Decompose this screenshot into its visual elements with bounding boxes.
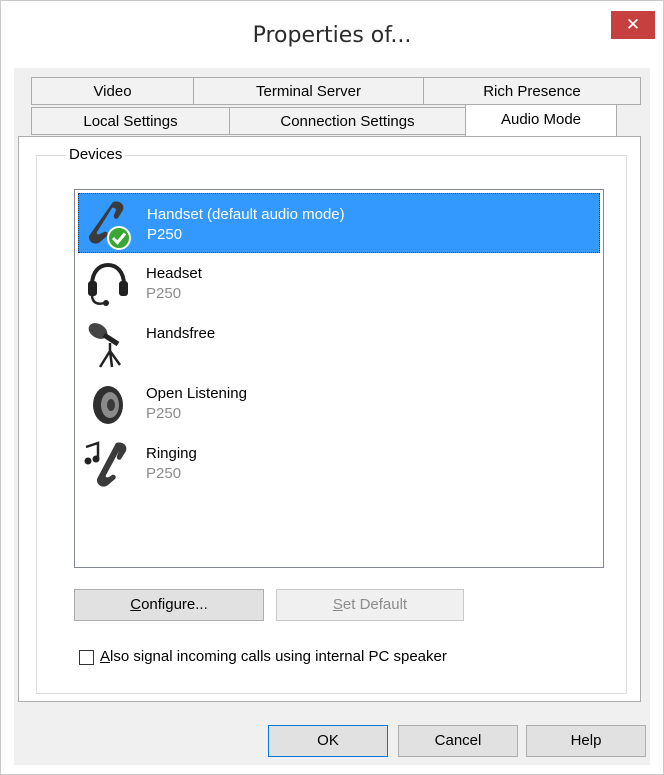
- device-item-headset[interactable]: Headset P250: [78, 253, 600, 313]
- device-item-handset[interactable]: Handset (default audio mode) P250: [78, 193, 600, 253]
- pc-speaker-mnemonic: A: [100, 648, 111, 665]
- pc-speaker-label-text: lso signal incoming calls using internal…: [110, 648, 447, 665]
- help-button[interactable]: Help: [526, 725, 646, 757]
- tab-terminal-server[interactable]: Terminal Server: [193, 77, 424, 105]
- device-model: P250: [147, 226, 183, 243]
- device-name: Open Listening: [146, 385, 247, 402]
- dialog-title: Properties of...: [252, 23, 412, 48]
- cancel-button[interactable]: Cancel: [398, 725, 518, 757]
- ringing-icon: [82, 437, 134, 489]
- devices-group-label: Devices: [66, 146, 126, 163]
- device-item-ringing[interactable]: Ringing P250: [78, 433, 600, 493]
- configure-button[interactable]: Configure...: [74, 589, 264, 621]
- tab-rich-presence[interactable]: Rich Presence: [423, 77, 641, 105]
- configure-mnemonic: C: [130, 596, 142, 613]
- device-model: P250: [146, 285, 182, 302]
- device-name: Handsfree: [146, 325, 216, 342]
- configure-label: onfigure...: [141, 596, 208, 613]
- tab-video[interactable]: Video: [31, 77, 194, 105]
- pc-speaker-checkbox-label[interactable]: Also signal incoming calls using interna…: [100, 648, 447, 665]
- headset-icon: [82, 257, 134, 309]
- tab-audio-mode[interactable]: Audio Mode: [465, 104, 617, 136]
- tab-connection-settings[interactable]: Connection Settings: [229, 107, 466, 135]
- set-default-button[interactable]: Set Default: [276, 589, 464, 621]
- device-item-handsfree[interactable]: Handsfree: [78, 313, 600, 373]
- device-name: Handset (default audio mode): [147, 206, 345, 223]
- set-default-mnemonic: S: [332, 596, 343, 613]
- device-model: P250: [146, 465, 182, 482]
- device-item-open-listening[interactable]: Open Listening P250: [78, 373, 600, 433]
- device-model: P250: [146, 405, 182, 422]
- close-button[interactable]: ✕: [611, 11, 655, 39]
- ok-button[interactable]: OK: [268, 725, 388, 757]
- tab-local-settings[interactable]: Local Settings: [31, 107, 230, 135]
- handset-default-icon: [83, 198, 135, 250]
- speaker-icon: [82, 377, 134, 429]
- microphone-icon: [82, 317, 134, 369]
- pc-speaker-checkbox[interactable]: [79, 650, 94, 665]
- device-name: Ringing: [146, 445, 197, 462]
- set-default-label: et Default: [342, 596, 408, 613]
- devices-list[interactable]: Handset (default audio mode) P250 Headse…: [74, 189, 604, 568]
- device-name: Headset: [146, 265, 202, 282]
